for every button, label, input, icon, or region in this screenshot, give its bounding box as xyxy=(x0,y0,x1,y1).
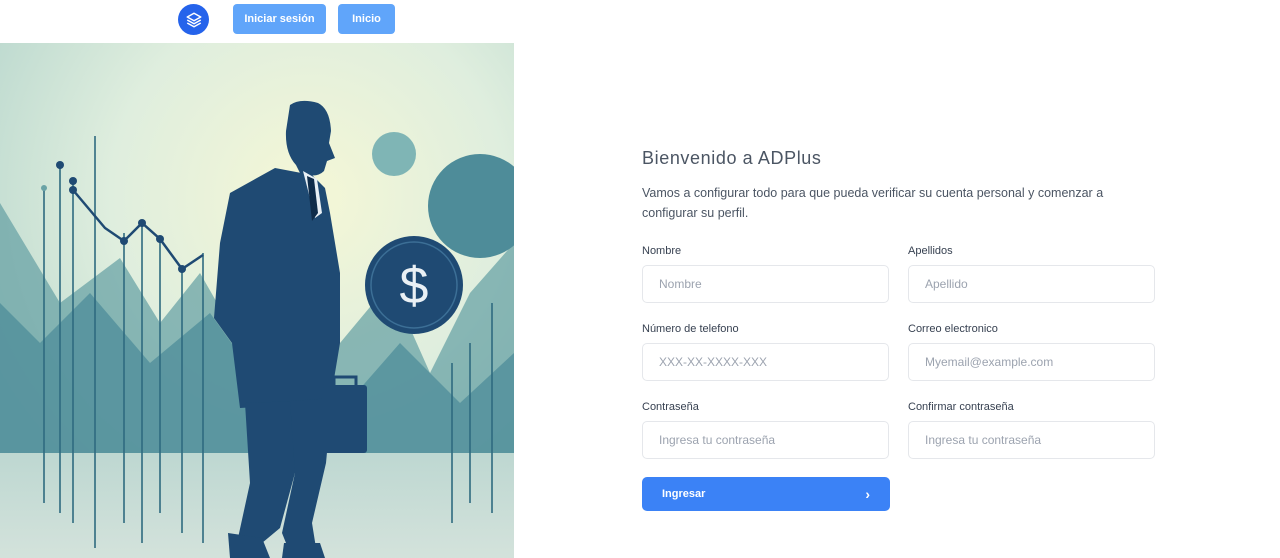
dollar-sign-icon: $ xyxy=(400,257,429,315)
submit-label: Ingresar xyxy=(662,488,706,500)
phone-input[interactable] xyxy=(642,343,889,381)
confirm-password-label: Confirmar contraseña xyxy=(908,401,1014,413)
submit-button[interactable]: Ingresar › xyxy=(642,477,890,511)
email-label: Correo electronico xyxy=(908,323,998,335)
first-name-input[interactable] xyxy=(642,265,889,303)
confirm-password-input[interactable] xyxy=(908,421,1155,459)
chevron-right-icon: › xyxy=(865,486,870,502)
last-name-label: Apellidos xyxy=(908,245,953,257)
top-navbar: Iniciar sesión Inicio xyxy=(0,0,1280,43)
page-subtitle: Vamos a configurar todo para que pueda v… xyxy=(642,186,1104,220)
password-label: Contraseña xyxy=(642,401,699,413)
logo-layers-icon[interactable] xyxy=(178,4,209,35)
password-input[interactable] xyxy=(642,421,889,459)
page-title: Bienvenido a ADPlus xyxy=(642,148,822,168)
phone-label: Número de telefono xyxy=(642,323,739,335)
email-input[interactable] xyxy=(908,343,1155,381)
home-button[interactable]: Inicio xyxy=(338,4,395,34)
first-name-label: Nombre xyxy=(642,245,682,257)
login-button[interactable]: Iniciar sesión xyxy=(233,4,326,34)
hero-illustration: $ xyxy=(0,43,514,558)
last-name-input[interactable] xyxy=(908,265,1155,303)
